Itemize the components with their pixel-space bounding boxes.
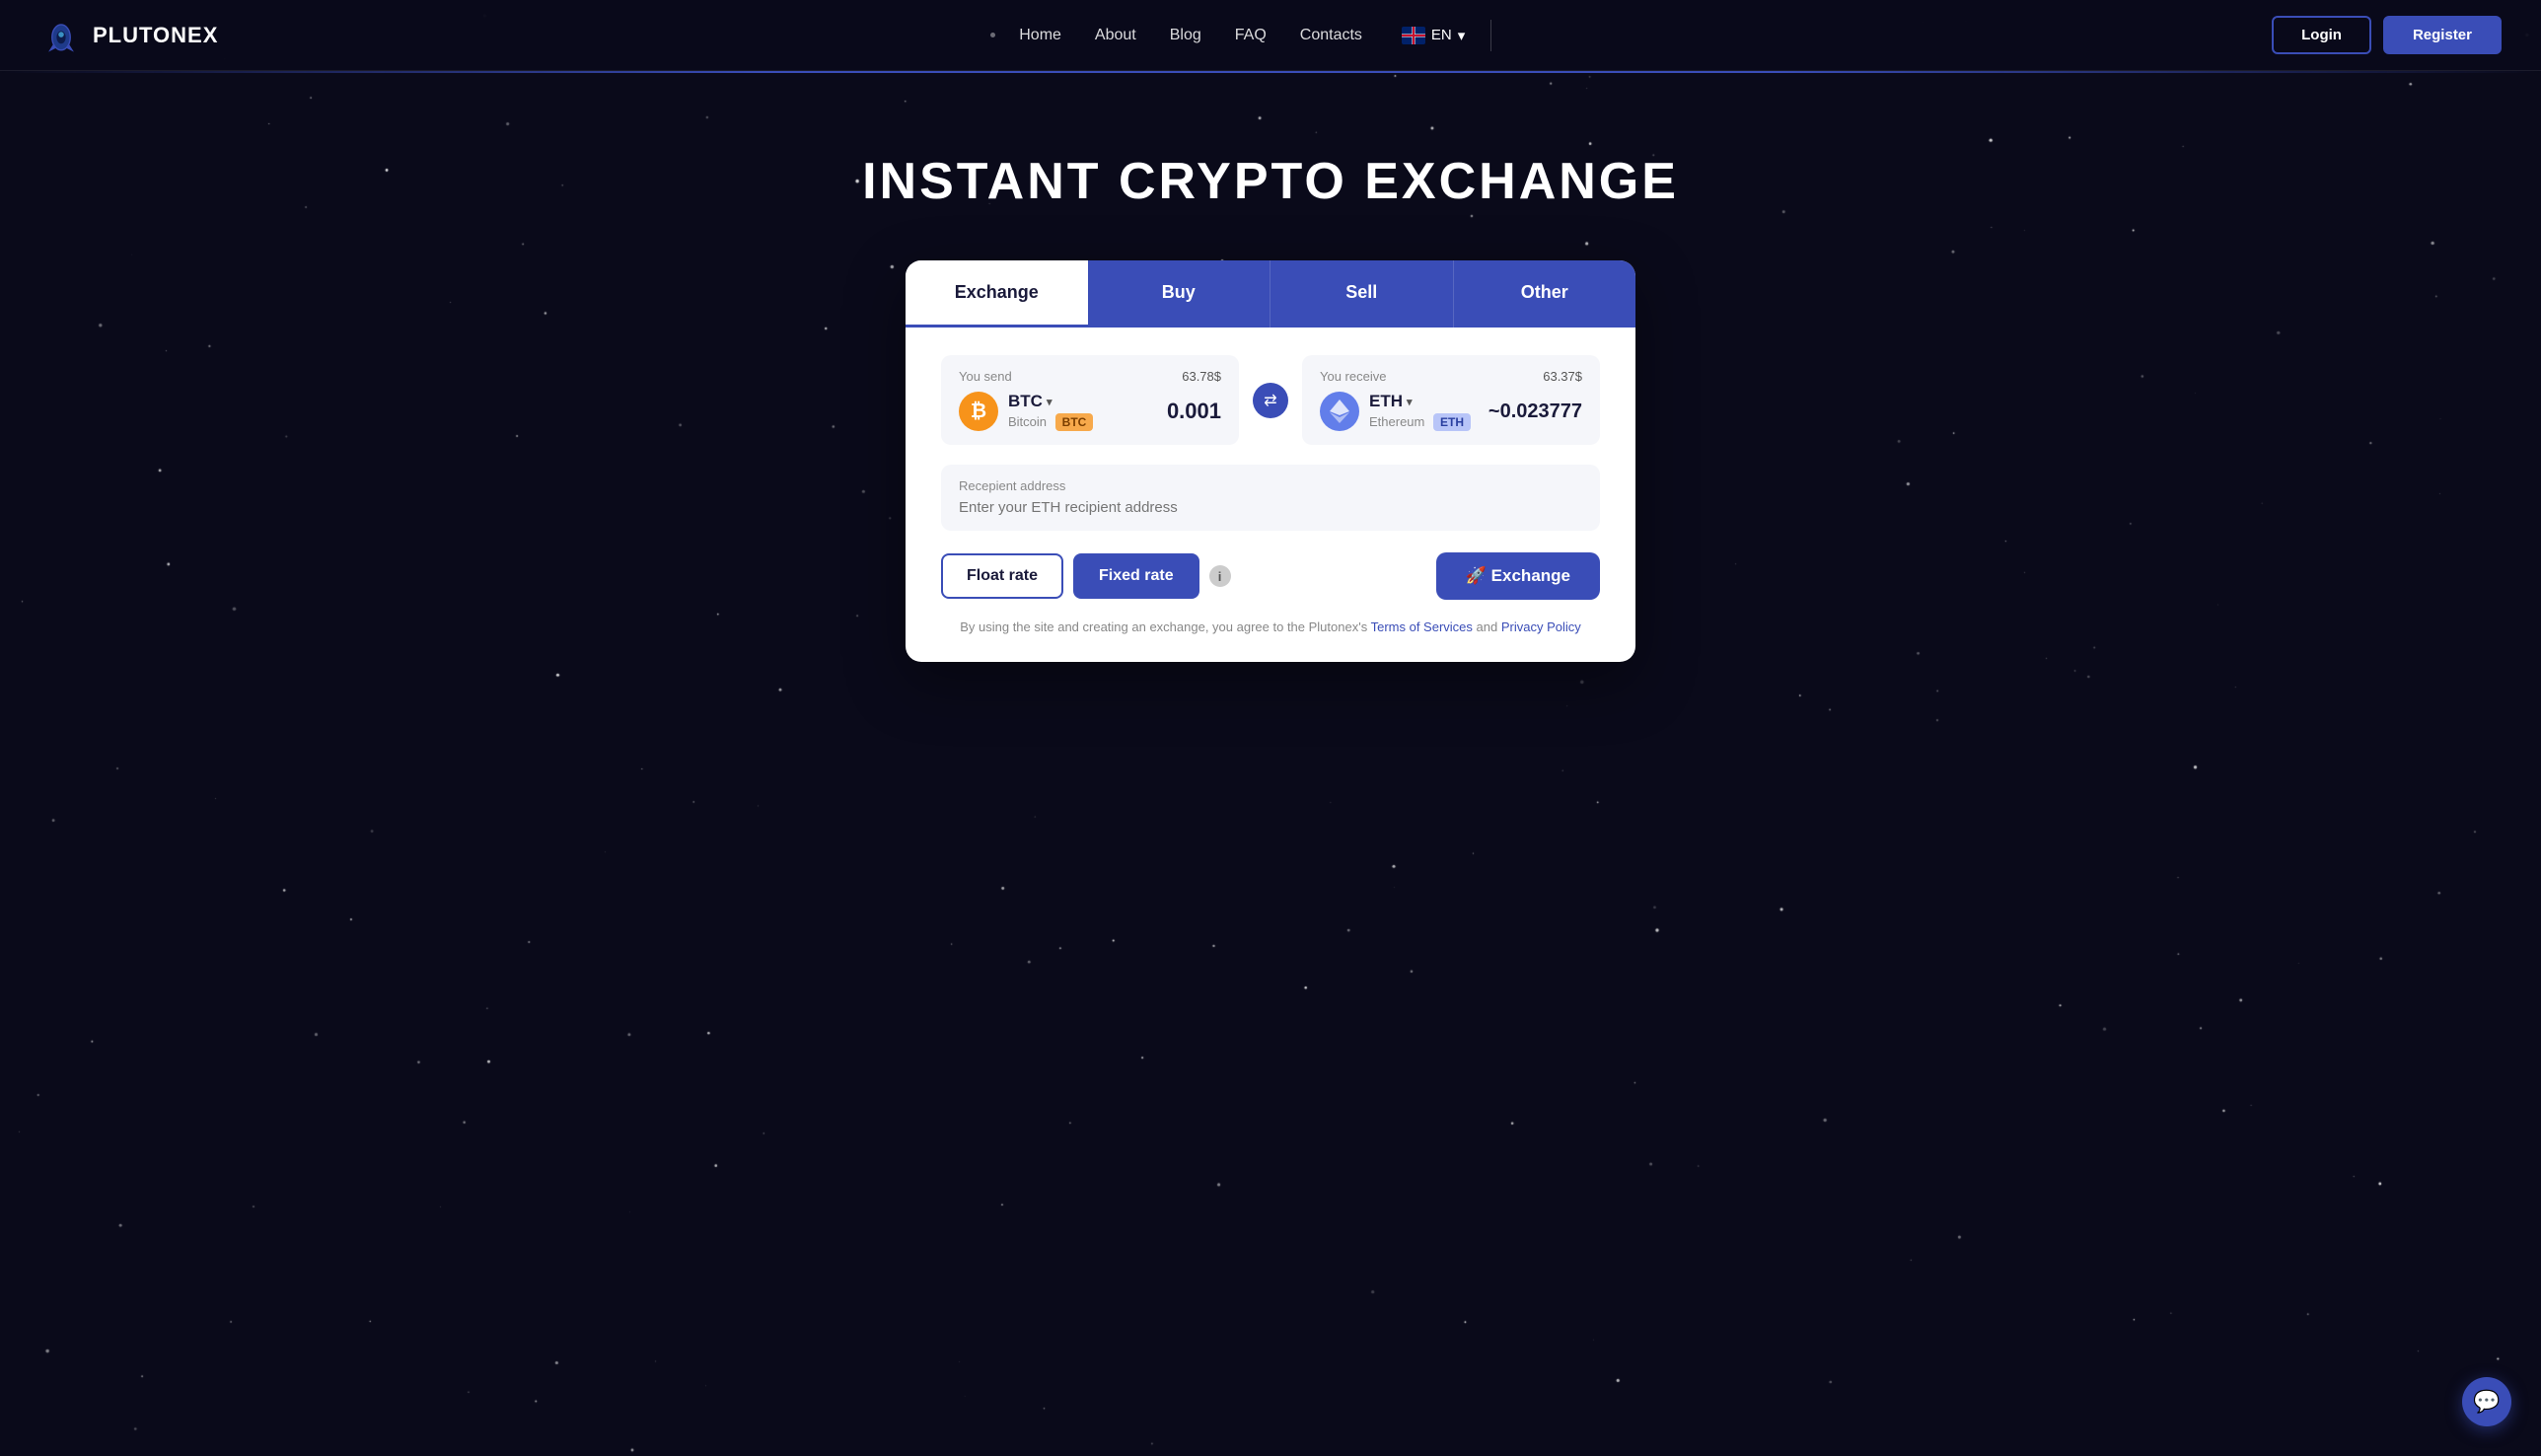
receive-coin-left: ETH ▾ Ethereum ETH [1320,392,1471,431]
recipient-input[interactable] [959,499,1582,516]
terms-text: By using the site and creating an exchan… [960,619,1367,634]
send-selector: ₿ BTC ▾ Bitcoin BTC [959,392,1221,431]
terms-row: By using the site and creating an exchan… [941,618,1600,634]
receive-label-row: You receive 63.37$ [1320,369,1582,384]
nav-separator [0,71,2541,73]
logo[interactable]: PLUTONEX [39,12,218,59]
receive-selector: ETH ▾ Ethereum ETH ~0.023777 [1320,392,1582,431]
receive-amount: ~0.023777 [1488,400,1582,423]
tab-other[interactable]: Other [1453,260,1636,328]
send-coin-name: Bitcoin BTC [1008,413,1093,431]
tab-buy[interactable]: Buy [1088,260,1270,328]
logo-icon [39,12,83,59]
nav-contacts[interactable]: Contacts [1286,19,1376,52]
receive-chevron-icon: ▾ [1407,396,1413,408]
fixed-rate-button[interactable]: Fixed rate [1073,553,1199,599]
rate-row: Float rate Fixed rate i 🚀 Exchange [941,552,1600,600]
flag-icon [1402,27,1425,44]
recipient-label: Recepient address [959,478,1582,493]
receive-label: You receive [1320,369,1386,384]
recipient-address-box: Recepient address [941,465,1600,531]
receive-coin-names: ETH ▾ Ethereum ETH [1369,392,1471,431]
tab-sell[interactable]: Sell [1270,260,1453,328]
chat-button[interactable]: 💬 [2462,1377,2511,1426]
main-content: INSTANT CRYPTO EXCHANGE Exchange Buy Sel… [0,73,2541,662]
send-coin-badge: BTC [1055,413,1094,431]
btc-icon: ₿ [959,392,998,431]
send-usd: 63.78$ [1182,369,1221,384]
terms-link[interactable]: Terms of Services [1371,619,1473,634]
nav-faq[interactable]: FAQ [1221,19,1280,52]
tab-exchange[interactable]: Exchange [906,260,1088,328]
send-label-row: You send 63.78$ [959,369,1221,384]
nav-home[interactable]: Home [1005,19,1075,52]
info-icon[interactable]: i [1209,565,1231,587]
nav-about[interactable]: About [1081,19,1150,52]
swap-button[interactable]: ⇄ [1253,383,1288,418]
receive-coin-badge: ETH [1433,413,1471,431]
exchange-card: Exchange Buy Sell Other You send 63.78$ … [906,260,1635,662]
send-ticker[interactable]: BTC ▾ [1008,392,1093,411]
receive-box: You receive 63.37$ [1302,355,1600,445]
brand-name: PLUTONEX [93,23,218,48]
nav-dot [990,33,995,37]
receive-coin-name: Ethereum ETH [1369,413,1471,431]
navbar: PLUTONEX Home About Blog FAQ Contacts EN… [0,0,2541,71]
send-chevron-icon: ▾ [1047,396,1053,408]
language-selector[interactable]: EN ▾ [1390,21,1477,50]
exchange-row: You send 63.78$ ₿ BTC ▾ [941,355,1600,445]
hero-title: INSTANT CRYPTO EXCHANGE [862,152,1679,211]
nav-blog[interactable]: Blog [1156,19,1215,52]
send-amount[interactable]: 0.001 [1167,399,1221,424]
privacy-link[interactable]: Privacy Policy [1501,619,1581,634]
eth-icon [1320,392,1359,431]
language-label: EN [1431,27,1452,43]
auth-buttons: Login Register [2272,16,2502,54]
login-button[interactable]: Login [2272,16,2371,54]
float-rate-button[interactable]: Float rate [941,553,1063,599]
send-box: You send 63.78$ ₿ BTC ▾ [941,355,1239,445]
send-coin-names: BTC ▾ Bitcoin BTC [1008,392,1093,431]
card-body: You send 63.78$ ₿ BTC ▾ [906,328,1635,662]
exchange-tabs: Exchange Buy Sell Other [906,260,1635,328]
receive-usd: 63.37$ [1543,369,1582,384]
receive-ticker[interactable]: ETH ▾ [1369,392,1471,411]
chevron-down-icon: ▾ [1458,27,1466,44]
send-label: You send [959,369,1012,384]
send-coin-left: ₿ BTC ▾ Bitcoin BTC [959,392,1093,431]
terms-and: and [1477,619,1501,634]
nav-divider [1490,20,1491,51]
exchange-button[interactable]: 🚀 Exchange [1436,552,1600,600]
register-button[interactable]: Register [2383,16,2502,54]
nav-links: Home About Blog FAQ Contacts EN ▾ [990,19,1499,52]
